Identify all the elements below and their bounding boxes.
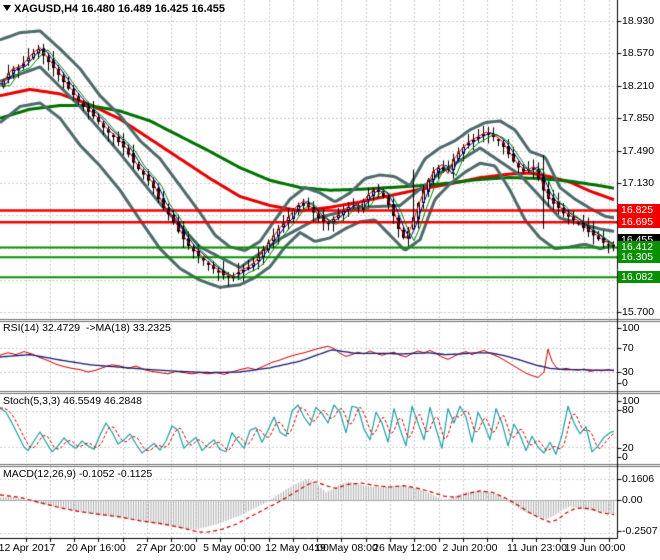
price-axis-label: 18.210: [622, 80, 655, 92]
indicator-axis-label: 80: [622, 404, 634, 416]
price-line-label: 16.695: [618, 216, 660, 228]
trading-terminal-chart-window: XAGUSD,H4 16.480 16.489 16.425 16.455 RS…: [0, 0, 660, 560]
price-axis-label: 17.490: [622, 145, 655, 157]
price-line-label: 16.305: [618, 251, 660, 263]
macd-panel-title: MACD(12,26,9) -0.1052 -0.1125: [3, 468, 153, 480]
stoch-panel-title: Stoch(5,3,3) 46.5549 46.2848: [3, 395, 142, 407]
indicator-axis-label: 0.00: [622, 494, 643, 506]
time-axis-label: 19 May 08:00: [314, 542, 378, 554]
time-axis-label: 12 Apr 2017: [0, 542, 56, 554]
time-axis-label: 5 May 00:00: [203, 542, 261, 554]
rsi-panel-title: RSI(14) 32.4729 ->MA(18) 33.2325: [3, 322, 171, 334]
price-axis-label: 18.930: [622, 15, 655, 27]
indicator-axis-label: 0.1606: [622, 473, 655, 485]
indicator-axis-label: 100: [622, 322, 640, 334]
price-axis-label: 18.570: [622, 47, 655, 59]
price-line-label: 16.825: [618, 204, 660, 216]
price-axis-label: 17.130: [622, 177, 655, 189]
time-axis-label: 26 May 12:00: [373, 542, 437, 554]
chart-header-ohlc: XAGUSD,H4 16.480 16.489 16.425 16.455: [14, 3, 225, 15]
indicator-axis-label: -0.2507: [622, 525, 658, 537]
indicator-axis-label: 70: [622, 342, 634, 354]
symbol-dropdown-icon[interactable]: [3, 5, 11, 11]
price-line-label: 16.082: [618, 271, 660, 283]
indicator-axis-label: 0: [622, 451, 628, 463]
price-axis-label: 17.850: [622, 112, 655, 124]
time-axis-label: 20 Apr 16:00: [66, 542, 126, 554]
price-axis-label: 15.700: [622, 306, 655, 318]
time-axis-label: 27 Apr 20:00: [136, 542, 196, 554]
time-axis-label: 2 Jun 20:00: [442, 542, 498, 554]
time-axis-label: 11 Jun 23:00: [507, 542, 567, 554]
time-axis-label: 19 Jun 00:00: [564, 542, 626, 554]
indicator-axis-label: 0: [622, 377, 628, 389]
